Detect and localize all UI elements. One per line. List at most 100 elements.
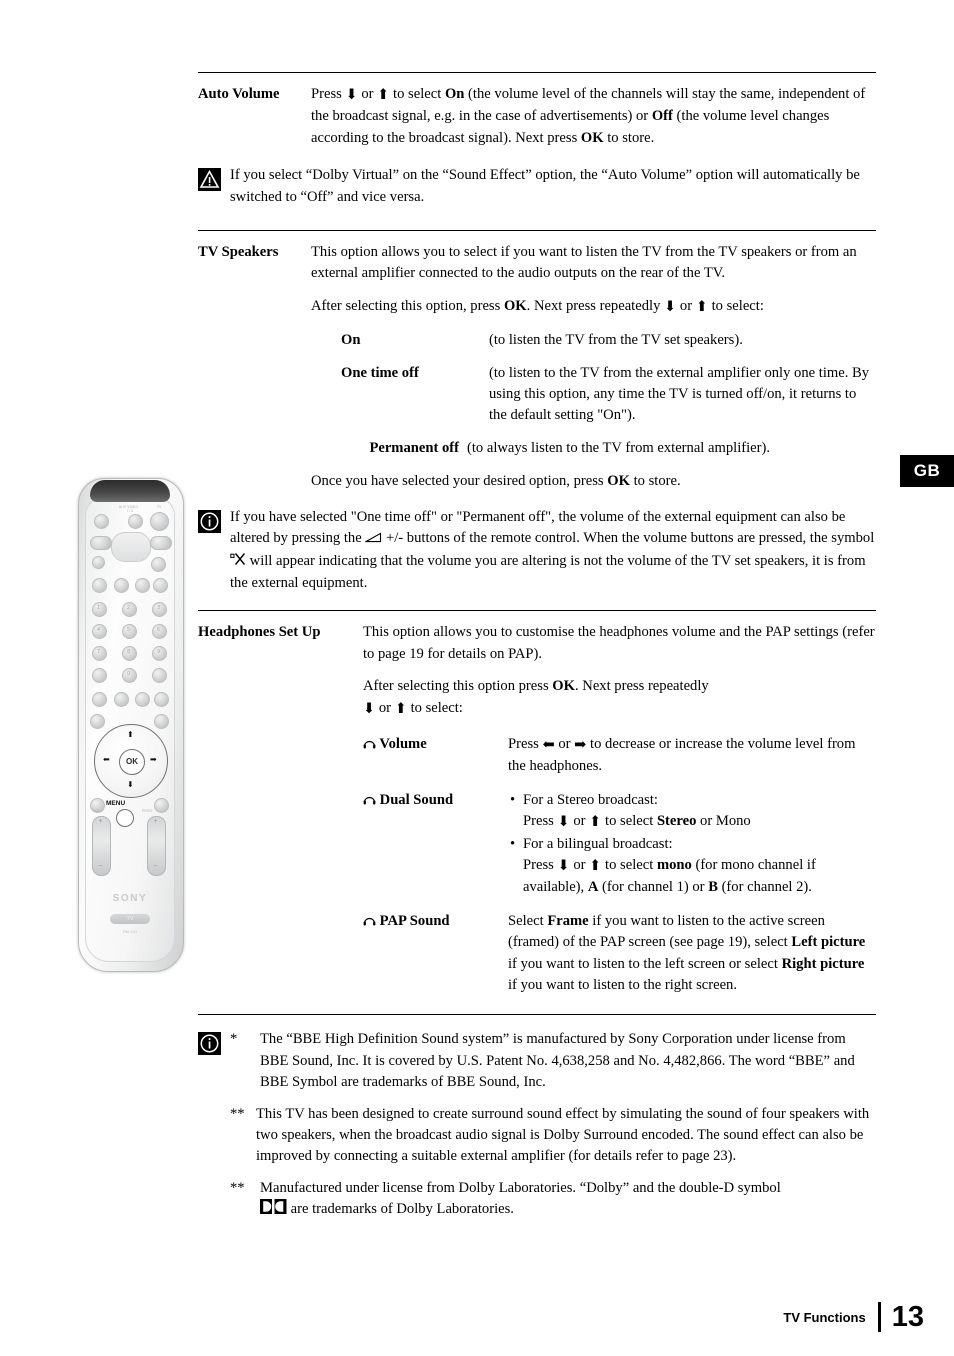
remote-key-enter[interactable]	[152, 668, 167, 683]
remote-ir-top	[90, 480, 170, 502]
remote-small-button-a[interactable]	[92, 556, 105, 569]
warning-triangle-icon	[198, 168, 221, 192]
section-auto-volume: Auto Volume Press ⬇ or ⬆ to select On (t…	[198, 84, 876, 149]
remote-side-button-right[interactable]	[154, 714, 169, 729]
remote-volume-minus: –	[98, 863, 103, 869]
remote-program-plus: +	[153, 819, 158, 825]
remote-right-wide-button[interactable]	[150, 536, 172, 550]
up-arrow-icon: ⬆	[589, 814, 602, 831]
remote-menu-button[interactable]	[116, 809, 134, 827]
section-term-tv-speakers: TV Speakers	[198, 244, 279, 261]
remote-tv-pill: TV	[110, 914, 150, 924]
headphones-option-volume-desc: Press ⬅ or ➡ to decrease or increase the…	[508, 734, 876, 778]
info-circle-icon	[198, 1032, 221, 1056]
remote-aux-button[interactable]	[128, 514, 143, 529]
note-auto-volume-warning: If you select “Dolby Virtual” on the “So…	[198, 165, 876, 208]
note-auto-volume-text: If you select “Dolby Virtual” on the “So…	[230, 167, 860, 205]
pap-sound-a: Select	[508, 912, 548, 929]
pap-sound-d: if you want to listen to the right scree…	[508, 977, 737, 993]
page-number: 13	[891, 1301, 924, 1333]
remote-side-button-left[interactable]	[90, 714, 105, 729]
tv-speakers-option-one-time-off-desc: (to listen to the TV from the external a…	[489, 364, 870, 424]
nav-right-arrow-icon[interactable]: ➡	[150, 756, 157, 764]
section-term-auto-volume: Auto Volume	[198, 86, 280, 102]
sony-logo: SONY	[112, 893, 148, 904]
dual-sound-stereo-d: or Mono	[696, 813, 751, 830]
tv-speakers-option-permanent-off: Permanent off (to always listen to the T…	[311, 438, 876, 459]
headphones-ok-key: OK	[552, 678, 575, 695]
nav-up-arrow-icon[interactable]: ⬆	[127, 731, 134, 739]
footer-divider	[877, 1302, 881, 1332]
remote-bottom-button-2[interactable]	[114, 692, 129, 707]
down-arrow-icon: ⬇	[664, 298, 677, 315]
section-body-auto-volume: Press ⬇ or ⬆ to select On (the volume le…	[311, 84, 876, 149]
headphones-option-pap-sound-desc: Select Frame if you want to listen to th…	[508, 911, 876, 997]
footnote-3-text: Manufactured under license from Dolby La…	[260, 1178, 876, 1222]
language-tab-gb: GB	[900, 455, 954, 487]
remote-bottom-button-3[interactable]	[135, 692, 150, 707]
remote-function-button-2[interactable]	[114, 578, 129, 593]
remote-small-button-b[interactable]	[151, 557, 166, 572]
remote-bottom-button-1[interactable]	[92, 692, 107, 707]
note-tv-speakers-info: If you have selected "One time off" or "…	[198, 507, 876, 595]
nav-down-arrow-icon[interactable]: ⬇	[127, 781, 134, 789]
footnotes-block: * The “BBE High Definition Sound system”…	[198, 1029, 876, 1221]
auto-volume-ok-key: OK	[580, 129, 604, 146]
remote-ok-button[interactable]: OK	[119, 749, 145, 775]
remote-function-button-1[interactable]	[92, 578, 107, 593]
nav-left-arrow-icon[interactable]: ⬅	[103, 756, 110, 764]
auto-volume-text-2: or	[357, 86, 378, 102]
hp-volume-text-b: or	[554, 735, 575, 752]
dual-sound-stereo-heading: For a Stereo broadcast:	[523, 791, 658, 808]
headphones-option-pap-sound-label-wrap: PAP Sound	[363, 911, 508, 997]
headphones-option-volume-label-wrap: Volume	[363, 734, 508, 778]
remote-power-button[interactable]	[94, 514, 109, 529]
remote-bottom-button-4[interactable]	[154, 692, 169, 707]
tv-speakers-option-on: On (to listen the TV from the TV set spe…	[311, 330, 876, 351]
section-divider-headphones	[198, 610, 876, 612]
dual-sound-bullet-bilingual: For a bilingual broadcast: Press ⬇ or ⬆ …	[508, 834, 876, 899]
headphones-option-dual-sound-label-wrap: Dual Sound	[363, 790, 508, 899]
headphones-text-d: to select:	[406, 699, 463, 716]
remote-key-label-6: 6	[157, 627, 160, 633]
remote-left-wide-button[interactable]	[90, 536, 112, 550]
remote-key-dash[interactable]	[92, 668, 107, 683]
dual-sound-value-a: A	[587, 879, 599, 896]
section-divider-tv-speakers	[198, 230, 876, 232]
remote-function-button-4[interactable]	[153, 578, 168, 593]
footnote-3: ** Manufactured under license from Dolby…	[230, 1178, 876, 1222]
headphones-icon	[363, 912, 376, 933]
remote-function-button-3[interactable]	[135, 578, 150, 593]
tv-speakers-text-d: to select:	[707, 297, 764, 314]
remote-model-code: RM-943	[122, 929, 138, 934]
remote-key-label-0: 0	[127, 671, 130, 677]
info-note-text-c: will appear indicating that the volume y…	[230, 552, 866, 591]
dual-sound-bilingual-b: or	[569, 856, 590, 873]
section-divider-footnotes	[198, 1014, 876, 1016]
remote-teletext-cluster[interactable]	[111, 532, 151, 562]
pap-sound-c: if you want to listen to the left screen…	[508, 955, 782, 972]
dual-sound-bullet-list: For a Stereo broadcast: Press ⬇ or ⬆ to …	[508, 790, 876, 899]
tv-speakers-closing-b: to store.	[629, 473, 681, 490]
remote-control-illustration: AUX VIDEO I / II TV 1 2 3 4 5 6 7 8 9 0 …	[78, 478, 184, 972]
dual-sound-bullet-stereo: For a Stereo broadcast: Press ⬇ or ⬆ to …	[508, 790, 876, 834]
up-arrow-icon: ⬆	[695, 298, 708, 315]
headphones-option-pap-sound: PAP Sound Select Frame if you want to li…	[363, 911, 876, 997]
tv-speakers-option-one-time-off: One time off (to listen to the TV from t…	[311, 363, 876, 427]
dolby-double-d-icon	[260, 1199, 287, 1221]
headphones-paragraph-2: After selecting this option press OK. Ne…	[363, 676, 876, 720]
remote-key-label-7: 7	[97, 649, 100, 655]
tv-speakers-text-a: After selecting this option, press	[311, 297, 504, 314]
tv-speakers-ok-key: OK	[503, 297, 527, 314]
section-body-headphones-set-up: This option allows you to customise the …	[363, 622, 876, 996]
auto-volume-value-off: Off	[651, 108, 673, 125]
remote-key-label-4: 4	[97, 627, 100, 633]
page-footer: TV Functions 13	[783, 1302, 924, 1332]
remote-navigation-ring[interactable]: ⬆ ⬇ ⬅ ➡ OK	[94, 724, 168, 798]
remote-aux-button-right[interactable]	[154, 798, 169, 813]
remote-tv-button[interactable]	[150, 512, 169, 531]
remote-vol-label: VOL	[94, 809, 101, 813]
dual-sound-value-mono: mono	[656, 856, 692, 873]
remote-key-label-9: 9	[157, 649, 160, 655]
left-arrow-icon: ⬅	[542, 736, 555, 753]
